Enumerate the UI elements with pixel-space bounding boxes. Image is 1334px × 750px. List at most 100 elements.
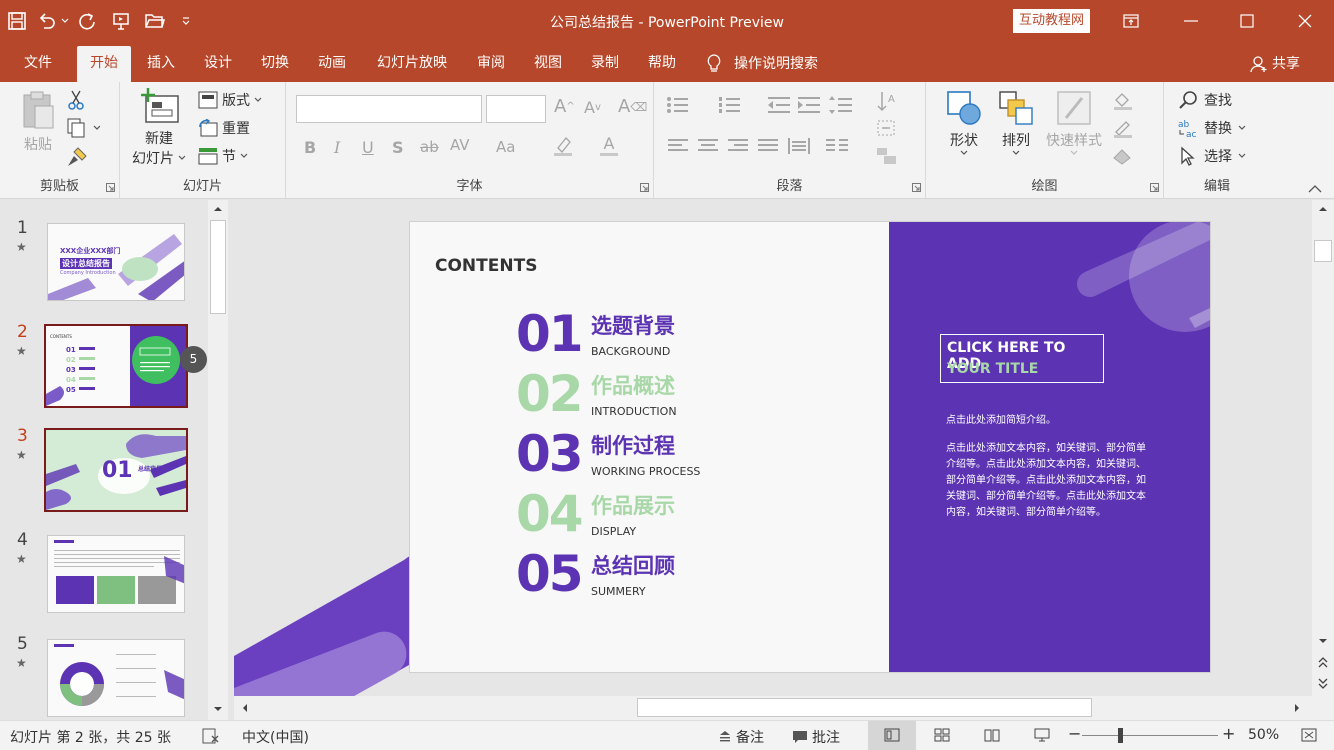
language-indicator[interactable]: 中文(中国) — [242, 727, 309, 747]
tab-design[interactable]: 设计 — [197, 46, 239, 82]
close-icon[interactable] — [1282, 0, 1328, 42]
numbering-icon[interactable] — [718, 96, 742, 114]
decrease-indent-icon[interactable] — [768, 96, 790, 114]
slide[interactable]: CONTENTS 01 选题背景 BACKGROUND 02 作品概述 INTRODUCT… — [410, 222, 1210, 672]
shadow-icon[interactable]: S — [392, 138, 404, 157]
canvas-vertical-scrollbar[interactable] — [1312, 200, 1334, 720]
tab-transitions[interactable]: 切换 — [254, 46, 296, 82]
minimize-icon[interactable] — [1168, 0, 1214, 42]
maximize-icon[interactable] — [1224, 0, 1270, 42]
smartart-icon[interactable] — [876, 146, 898, 166]
shape-outline-icon[interactable] — [1112, 118, 1142, 138]
zoom-slider-thumb[interactable] — [1118, 728, 1123, 743]
columns-icon[interactable] — [826, 138, 848, 154]
clear-format-icon[interactable]: A ⌫ — [618, 96, 647, 117]
save-icon[interactable] — [0, 0, 34, 42]
undo-dropdown-icon[interactable] — [60, 0, 70, 42]
launcher-icon[interactable] — [912, 183, 921, 192]
new-slide-button[interactable]: 新建 幻灯片 — [132, 88, 186, 168]
font-color-icon[interactable]: A — [600, 134, 618, 156]
tab-view[interactable]: 视图 — [527, 46, 569, 82]
slide-thumbnail-1[interactable]: XXX企业XXX部门 设计总结报告 Company Introduction — [47, 223, 185, 301]
contents-item[interactable]: 03 制作过程 WORKING PROCESS — [516, 426, 776, 482]
layout-button[interactable]: 版式 — [198, 90, 262, 110]
increase-indent-icon[interactable] — [798, 96, 820, 114]
paste-button[interactable]: 粘贴 — [20, 90, 56, 154]
slide-sorter-icon[interactable] — [934, 728, 950, 742]
select-button[interactable]: 选择 — [1178, 146, 1246, 166]
canvas-horizontal-scrollbar[interactable] — [234, 696, 1312, 720]
slideshow-icon[interactable] — [1034, 728, 1050, 742]
text-direction-icon[interactable]: A — [876, 90, 898, 112]
zoom-level[interactable]: 50% — [1248, 727, 1279, 743]
contents-item[interactable]: 04 作品展示 DISPLAY — [516, 486, 776, 542]
share-button[interactable]: 共享 — [1250, 46, 1310, 82]
shape-fill-icon[interactable] — [1112, 90, 1142, 110]
arrange-button[interactable]: 排列 — [994, 90, 1038, 156]
slide-thumbnail-4[interactable] — [47, 535, 185, 613]
canvas-scroll-thumb[interactable] — [1314, 240, 1332, 262]
section-button[interactable]: 节 — [198, 146, 248, 166]
tell-me-search[interactable]: 操作说明搜索 — [706, 46, 836, 82]
tab-insert[interactable]: 插入 — [140, 46, 182, 82]
scroll-down-icon[interactable] — [213, 706, 223, 712]
zoom-slider[interactable] — [1082, 735, 1218, 736]
scroll-left-icon[interactable] — [242, 703, 248, 713]
body-text[interactable]: 点击此处添加文本内容，如关键词、部分简单 介绍等。点击此处添加文本内容，如关键词… — [946, 441, 1146, 521]
underline-icon[interactable]: U — [362, 138, 374, 157]
fit-slide-icon[interactable] — [1300, 727, 1318, 743]
find-button[interactable]: 查找 — [1178, 90, 1232, 110]
customize-qat-icon[interactable] — [172, 0, 200, 42]
grow-font-icon[interactable]: A ^ — [554, 96, 575, 117]
promo-badge[interactable]: 互动教程网 — [1013, 9, 1091, 33]
slide-thumbnail-3[interactable]: 01 总结背景 — [44, 428, 188, 512]
notes-button[interactable]: 备注 — [718, 727, 764, 747]
launcher-icon[interactable] — [106, 183, 115, 192]
launcher-icon[interactable] — [640, 183, 649, 192]
tab-home[interactable]: 开始 — [77, 46, 131, 82]
tab-help[interactable]: 帮助 — [641, 46, 683, 82]
italic-icon[interactable]: I — [334, 138, 340, 157]
slide-thumbnail-2[interactable]: CONTENTS 01 02 03 04 05 — [44, 324, 188, 408]
open-folder-icon[interactable] — [138, 0, 172, 42]
justify-icon[interactable] — [758, 138, 778, 154]
strikethrough-icon[interactable]: ab — [420, 138, 439, 156]
zoom-out-button[interactable]: − — [1068, 724, 1081, 743]
bold-icon[interactable]: B — [304, 138, 316, 157]
scroll-up-icon[interactable] — [1318, 206, 1328, 212]
reading-view-icon[interactable] — [984, 728, 1000, 742]
next-slide-icon[interactable] — [1317, 678, 1329, 690]
reset-button[interactable]: 重置 — [198, 118, 250, 138]
normal-view-button[interactable] — [868, 721, 916, 750]
thumbnail-scrollbar[interactable] — [208, 200, 228, 720]
bullets-icon[interactable] — [666, 96, 690, 114]
font-name-combo[interactable] — [296, 95, 482, 123]
accessibility-icon[interactable] — [202, 728, 220, 744]
shape-effects-icon[interactable] — [1112, 146, 1142, 166]
intro-text[interactable]: 点击此处添加简短介绍。 — [946, 411, 1056, 426]
highlight-icon[interactable] — [552, 134, 574, 156]
h-scroll-thumb[interactable] — [637, 698, 1092, 717]
thumbnail-scroll-thumb[interactable] — [210, 220, 226, 314]
contents-item[interactable]: 01 选题背景 BACKGROUND — [516, 306, 776, 362]
shapes-button[interactable]: 形状 — [942, 90, 986, 156]
slide-thumbnail-5[interactable] — [47, 639, 185, 717]
collapse-ribbon-icon[interactable] — [1308, 184, 1322, 194]
tab-record[interactable]: 录制 — [584, 46, 626, 82]
tab-review[interactable]: 审阅 — [470, 46, 512, 82]
change-case-icon[interactable]: Aa — [496, 138, 515, 156]
ribbon-display-icon[interactable] — [1108, 0, 1154, 42]
quick-styles-button[interactable]: 快速样式 — [1042, 90, 1106, 156]
replace-button[interactable]: ab ac 替换 — [1178, 118, 1246, 138]
copy-button[interactable] — [66, 118, 100, 138]
align-text-icon[interactable] — [876, 118, 898, 138]
title-placeholder-box[interactable]: CLICK HERE TO ADD YOUR TITLE — [940, 334, 1104, 383]
launcher-icon[interactable] — [1150, 183, 1159, 192]
contents-item[interactable]: 02 作品概述 INTRODUCTION — [516, 366, 776, 422]
distributed-icon[interactable] — [788, 138, 810, 154]
comments-button[interactable]: 批注 — [792, 727, 840, 747]
tab-file[interactable]: 文件 — [18, 46, 58, 82]
align-right-icon[interactable] — [728, 138, 748, 154]
cut-button[interactable] — [68, 90, 84, 110]
present-icon[interactable] — [104, 0, 138, 42]
